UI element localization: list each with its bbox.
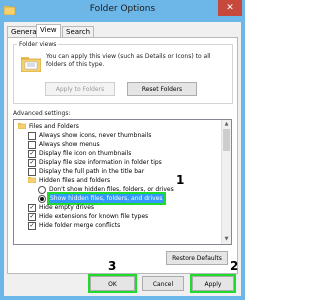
folder-icon: [18, 123, 26, 129]
step-1-marker: 1: [176, 173, 185, 187]
checkbox[interactable]: [28, 168, 36, 176]
title-bar: Folder Options ✕: [0, 0, 245, 22]
scroll-up-icon[interactable]: ▲: [222, 120, 231, 129]
checkbox-checked[interactable]: ✓: [28, 222, 36, 230]
tab-search[interactable]: Search: [62, 26, 95, 37]
folder-icon: [28, 177, 36, 183]
setting-label: Hide empty drives: [39, 204, 95, 211]
setting-label: Hide extensions for known file types: [39, 213, 149, 220]
radio-button[interactable]: [38, 186, 46, 194]
setting-label: Don't show hidden files, folders, or dri…: [49, 186, 174, 193]
tree-item-label: Files and Folders: [29, 123, 79, 130]
vertical-scrollbar[interactable]: ▲ ▼: [221, 120, 231, 244]
advanced-settings-label: Advanced settings:: [13, 110, 71, 117]
setting-label: Display the full path in the title bar: [39, 168, 145, 175]
window-title: Folder Options: [89, 4, 156, 14]
tree-item-label: Hidden files and folders: [39, 177, 111, 184]
apply-button[interactable]: Apply: [190, 274, 236, 293]
folder-views-legend: Folder views: [17, 41, 59, 48]
folder-views-description: You can apply this view (such as Details…: [46, 53, 211, 68]
close-button[interactable]: ✕: [218, 0, 242, 16]
tab-view[interactable]: View: [36, 24, 61, 37]
setting-label: Always show icons, never thumbnails: [39, 132, 152, 139]
checkbox[interactable]: [28, 132, 36, 140]
checkbox-checked[interactable]: ✓: [28, 150, 36, 158]
cancel-button[interactable]: Cancel: [142, 276, 184, 291]
setting-label: Always show menus: [39, 141, 100, 148]
view-tab-panel: Folder views You can apply this view (su…: [7, 37, 238, 274]
scroll-down-icon[interactable]: ▼: [222, 235, 231, 244]
restore-defaults-button[interactable]: Restore Defaults: [166, 251, 228, 265]
scroll-thumb[interactable]: [223, 129, 230, 151]
step-2-marker: 2: [230, 259, 239, 273]
apply-to-folders-button[interactable]: Apply to Folders: [45, 82, 115, 96]
folder-options-window: Folder Options ✕ General View Search Fol…: [0, 0, 245, 300]
setting-label: Display file size information in folder …: [39, 159, 162, 166]
ok-button[interactable]: OK: [88, 274, 137, 293]
dialog-body: General View Search Folder views You can…: [4, 22, 241, 296]
checkbox[interactable]: [28, 141, 36, 149]
folder-views-group: Folder views You can apply this view (su…: [13, 41, 233, 104]
checkbox-checked[interactable]: ✓: [28, 213, 36, 221]
setting-label: Display file icon on thumbnails: [39, 150, 132, 157]
checkbox-checked[interactable]: ✓: [28, 159, 36, 167]
reset-folders-button[interactable]: Reset Folders: [127, 82, 197, 96]
radio-button-selected[interactable]: [38, 195, 46, 203]
folder-views-icon: [21, 57, 41, 72]
step-3-marker: 3: [108, 259, 117, 273]
checkbox-checked[interactable]: ✓: [28, 204, 36, 212]
advanced-settings-list[interactable]: Files and Folders Always show icons, nev…: [13, 119, 232, 245]
setting-label: Hide folder merge conflicts: [39, 222, 121, 229]
setting-label-selected: Show hidden files, folders, and drives: [47, 192, 166, 205]
